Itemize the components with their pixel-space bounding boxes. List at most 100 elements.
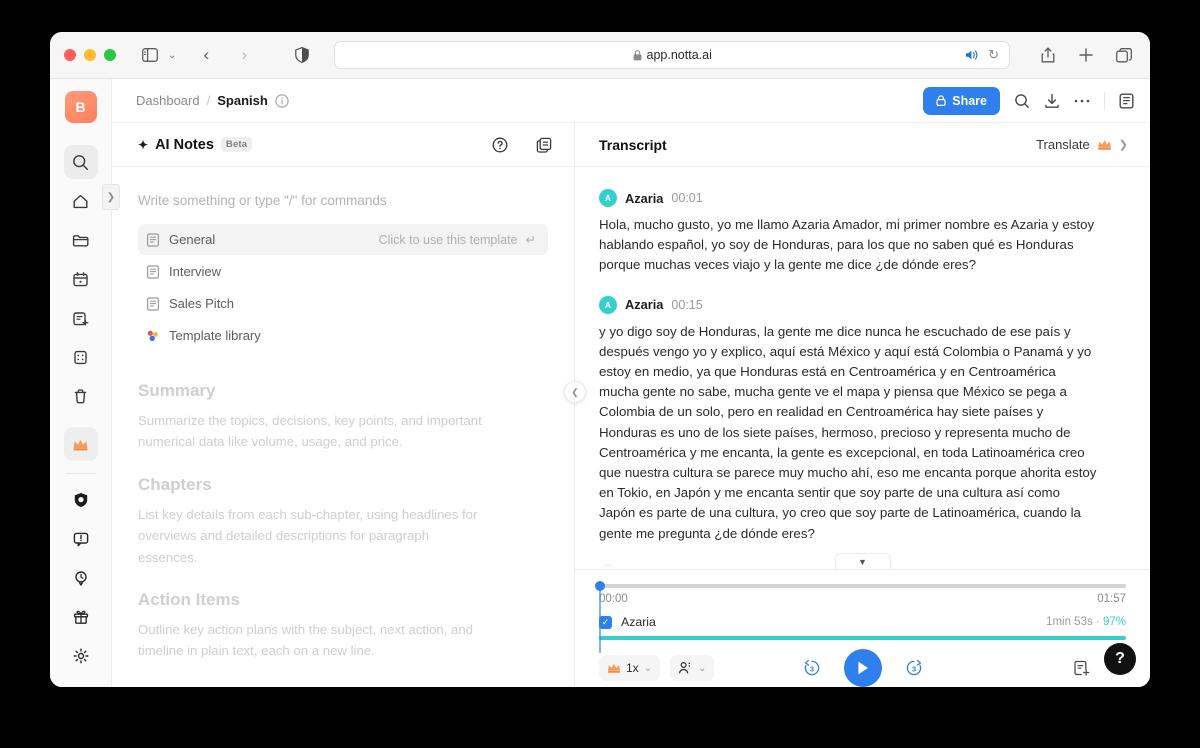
template-label: Template library xyxy=(169,328,261,343)
template-item-general[interactable]: General Click to use this template ↵ xyxy=(138,224,548,255)
sidebar-item-home[interactable] xyxy=(64,184,98,218)
share-icon[interactable] xyxy=(1036,43,1060,67)
shield-icon[interactable] xyxy=(290,43,314,67)
left-icon-rail: B ❯ xyxy=(50,79,120,687)
playback-speed-button[interactable]: 1x ⌄ xyxy=(599,655,661,681)
ai-notes-pane: ✦ AI Notes Beta Write something or type … xyxy=(112,123,575,687)
breadcrumb-dashboard[interactable]: Dashboard xyxy=(136,93,200,108)
minimize-window-button[interactable] xyxy=(84,49,96,61)
scrubber-track[interactable] xyxy=(595,581,1126,591)
speaker-waveform[interactable] xyxy=(599,636,1126,640)
sidebar-item-notes[interactable] xyxy=(64,340,98,374)
workspace-avatar[interactable]: B xyxy=(64,91,97,123)
segment-text[interactable]: Hola, mucho gusto, yo me llamo Azaria Am… xyxy=(599,215,1099,276)
total-time: 01:57 xyxy=(1097,593,1126,605)
sidebar-item-folder[interactable] xyxy=(64,223,98,257)
sidebar-item-security[interactable] xyxy=(64,483,98,517)
transcript-body[interactable]: A Azaria 00:01 Hola, mucho gusto, yo me … xyxy=(575,167,1150,569)
side-panel-icon[interactable] xyxy=(1119,93,1134,109)
search-icon[interactable] xyxy=(1014,93,1030,109)
gear-icon xyxy=(73,648,89,664)
segment-speaker[interactable]: Azaria xyxy=(625,297,663,312)
time-row: 00:00 01:57 xyxy=(599,593,1126,605)
address-bar[interactable]: app.notta.ai ↻ xyxy=(334,41,1010,69)
avatar: A xyxy=(599,189,617,207)
play-button[interactable] xyxy=(843,649,882,687)
search-icon xyxy=(72,154,89,171)
translate-button[interactable]: Translate ❯ xyxy=(1036,137,1128,152)
sidebar-item-trash[interactable] xyxy=(64,379,98,413)
document-icon xyxy=(146,232,160,247)
sidebar-toggle-icon[interactable] xyxy=(138,43,162,67)
chevron-down-icon: ▼ xyxy=(858,556,867,567)
crown-icon xyxy=(72,437,89,452)
segment-timestamp[interactable]: 00:01 xyxy=(671,191,702,205)
playback-speed-label: 1x xyxy=(626,661,639,675)
sidebar-item-upgrade[interactable] xyxy=(63,427,98,461)
speaker-stat-separator: · xyxy=(1095,616,1100,628)
sidebar-item-feedback[interactable] xyxy=(64,522,98,556)
sidebar-item-whats-new[interactable] xyxy=(64,561,98,595)
sidebar-dropdown-icon[interactable]: ⌄ xyxy=(168,50,176,61)
forward-chevron-icon[interactable]: › xyxy=(232,43,256,67)
rail-divider xyxy=(65,473,96,474)
scrubber[interactable]: 00:00 01:57 xyxy=(595,581,1126,605)
close-window-button[interactable] xyxy=(64,49,76,61)
template-item-interview[interactable]: Interview xyxy=(138,256,548,287)
segment-speaker[interactable]: Azaria xyxy=(625,191,663,206)
transcript-segment[interactable]: A Azaria 00:15 y yo digo soy de Honduras… xyxy=(599,295,1126,544)
speaker-icon[interactable] xyxy=(965,49,979,61)
template-item-template-library[interactable]: Template library xyxy=(138,320,548,351)
template-item-sales-pitch[interactable]: Sales Pitch xyxy=(138,288,548,319)
more-horizontal-icon[interactable] xyxy=(1074,98,1090,104)
sidebar-item-settings[interactable] xyxy=(64,639,98,673)
speaker-track-name: Azaria xyxy=(621,615,656,629)
segment-text[interactable]: y yo digo soy de Honduras, la gente me d… xyxy=(599,322,1099,544)
info-icon[interactable] xyxy=(275,93,289,108)
notes-section-action-items: Action Items Outline key action plans wi… xyxy=(138,590,548,662)
template-list: General Click to use this template ↵ Int… xyxy=(138,224,548,351)
share-button[interactable]: Share xyxy=(923,86,1000,115)
scrubber-knob[interactable] xyxy=(595,581,605,591)
transcript-segment[interactable]: A Azaria 00:01 Hola, mucho gusto, yo me … xyxy=(599,189,1126,276)
maximize-window-button[interactable] xyxy=(104,49,116,61)
sidebar-item-new-note[interactable] xyxy=(64,301,98,335)
help-circle-icon[interactable] xyxy=(492,137,508,153)
tab-overview-icon[interactable] xyxy=(1112,43,1136,67)
app-root: B ❯ Dashboard / Spanish Share ✦ AI Notes… xyxy=(50,79,1150,687)
expand-sidebar-button[interactable]: ❯ xyxy=(102,184,120,210)
help-fab-button[interactable]: ? xyxy=(1104,643,1136,675)
sidebar-item-calendar[interactable] xyxy=(64,262,98,296)
speaker-track-checkbox[interactable]: ✓ xyxy=(599,615,612,629)
current-time: 00:00 xyxy=(599,593,628,605)
collapse-notes-pane-button[interactable]: ❮ xyxy=(564,381,586,403)
template-label: Interview xyxy=(169,264,222,279)
transcript-header: Transcript Translate ❯ xyxy=(575,123,1150,167)
sparkle-icon: ✦ xyxy=(138,137,149,152)
transcript-title: Transcript xyxy=(599,136,667,153)
page-title: Spanish xyxy=(217,93,268,108)
duplicate-icon[interactable] xyxy=(536,137,552,153)
download-icon[interactable] xyxy=(1044,93,1060,109)
url-text: app.notta.ai xyxy=(646,48,712,62)
scroll-down-button[interactable]: ▼ xyxy=(834,553,891,569)
segment-timestamp[interactable]: 00:15 xyxy=(671,298,702,312)
speaker-duration: 1min 53s xyxy=(1046,616,1093,628)
trash-icon xyxy=(72,388,89,405)
add-note-icon[interactable] xyxy=(1073,660,1090,677)
plus-icon[interactable] xyxy=(1074,43,1098,67)
notes-editor-placeholder[interactable]: Write something or type "/" for commands xyxy=(138,193,548,208)
notes-grid-icon xyxy=(72,349,89,366)
translate-label: Translate xyxy=(1036,137,1090,152)
play-icon xyxy=(855,660,870,676)
sidebar-item-search[interactable] xyxy=(63,145,98,179)
speaker-select-button[interactable]: ⌄ xyxy=(670,655,715,681)
sidebar-item-gift[interactable] xyxy=(64,600,98,634)
back-chevron-icon[interactable]: ‹ xyxy=(194,43,218,67)
template-hint-text: Click to use this template xyxy=(378,232,518,247)
top-bar-actions: Share xyxy=(923,86,1134,115)
rewind-3-icon[interactable]: 3 xyxy=(802,658,822,678)
reload-icon[interactable]: ↻ xyxy=(988,47,999,63)
forward-3-icon[interactable]: 3 xyxy=(904,658,924,678)
lock-icon xyxy=(936,95,946,106)
